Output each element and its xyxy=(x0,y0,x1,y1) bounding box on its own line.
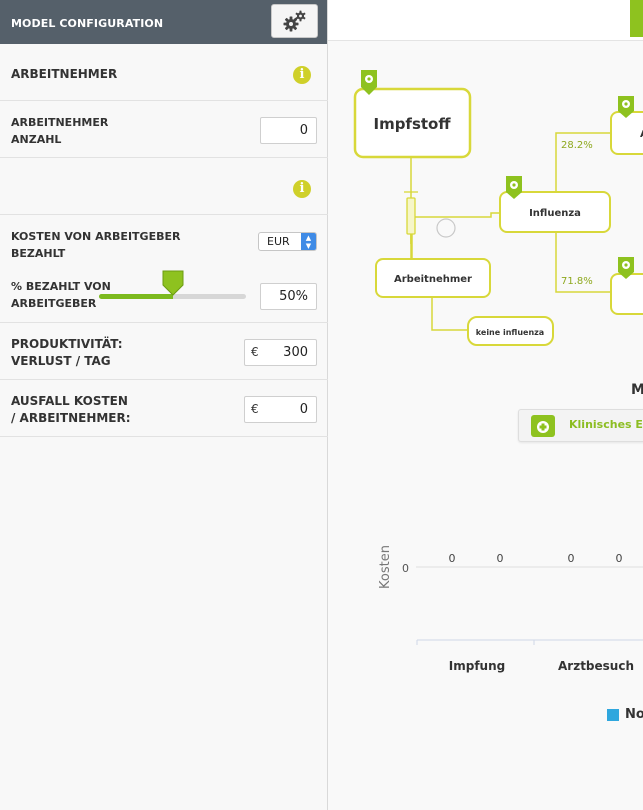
employer-cost-label: KOSTEN VON ARBEITGEBER BEZAHLT xyxy=(11,230,181,260)
employees-count-input[interactable]: 0 xyxy=(260,117,317,144)
connector-line xyxy=(411,212,499,259)
section-title: ARBEITNEHMER xyxy=(11,67,118,81)
chart-category-label: Arztbesuch xyxy=(558,659,634,673)
paid-percent-input[interactable]: 50% xyxy=(260,283,317,310)
node-keine-influenza-label: keine influenza xyxy=(476,328,544,337)
bar-value-label: 0 xyxy=(616,552,623,565)
panel-title: MODEL CONFIGURATION xyxy=(11,17,164,30)
absence-cost-input[interactable]: € 0 xyxy=(244,396,317,423)
cost-chart: Kosten 0 0 0 0 0 Impfung Arztbesuch xyxy=(378,545,643,673)
productivity-label: PRODUKTIVITÄT: VERLUST / TAG xyxy=(11,337,123,368)
currency-select[interactable]: EUR ▲ ▼ xyxy=(258,232,317,251)
results-title: M xyxy=(631,382,643,398)
bar-value-label: 0 xyxy=(497,552,504,565)
model-configuration-panel: MODEL CONFIGURATION ARBEITNEHMER i ARBEI… xyxy=(0,0,328,810)
employees-label: ARBEITNEHMER ANZAHL xyxy=(11,116,109,146)
bar-value-label: 0 xyxy=(568,552,575,565)
panel-header: MODEL CONFIGURATION xyxy=(0,0,327,44)
section-header-row: ARBEITNEHMER i xyxy=(0,44,328,101)
app-root: MODEL CONFIGURATION ARBEITNEHMER i ARBEI… xyxy=(0,0,643,810)
paid-percent-label: % BEZAHLT VON ARBEITGEBER xyxy=(11,280,111,310)
syringe-icon xyxy=(404,191,418,244)
node-impfstoff-label: Impfstoff xyxy=(373,115,451,133)
node-partial-top[interactable] xyxy=(610,111,643,155)
currency-symbol: € xyxy=(251,402,259,416)
node-influenza-label: Influenza xyxy=(529,208,581,219)
legend-swatch xyxy=(607,709,619,721)
slider-handle[interactable] xyxy=(162,270,184,296)
accent-tab[interactable] xyxy=(630,0,643,37)
connector-line xyxy=(431,297,468,331)
medical-kit-icon xyxy=(531,412,555,437)
bar-value-label: 0 xyxy=(449,552,456,565)
clinical-results-button[interactable]: Klinisches Erg xyxy=(518,409,643,442)
absence-cost-label: AUSFALL KOSTEN / ARBEITNEHMER: xyxy=(11,394,131,425)
productivity-row: PRODUKTIVITÄT: VERLUST / TAG € 300 xyxy=(0,323,328,380)
chart-category-label: Impfung xyxy=(449,659,505,673)
chart-y-axis-label: Kosten xyxy=(378,545,393,589)
loading-circle xyxy=(436,218,456,238)
empty-info-row: i xyxy=(0,158,328,215)
employees-row: ARBEITNEHMER ANZAHL 0 xyxy=(0,101,328,158)
chart-y-tick: 0 xyxy=(402,562,409,575)
absence-cost-row: AUSFALL KOSTEN / ARBEITNEHMER: € 0 xyxy=(0,380,328,437)
main-canvas: Impfstoff Influenza Arbeitnehmer keine i… xyxy=(328,0,643,810)
probability-bottom: 71.8% xyxy=(561,276,593,287)
select-arrows-icon: ▲ ▼ xyxy=(301,233,316,250)
legend-label[interactable]: No xyxy=(625,707,643,722)
gears-icon xyxy=(283,10,306,32)
info-icon[interactable]: i xyxy=(293,66,311,84)
decision-tree: Impfstoff Influenza Arbeitnehmer keine i… xyxy=(353,70,643,673)
info-icon[interactable]: i xyxy=(293,180,311,198)
currency-symbol: € xyxy=(251,345,259,359)
probability-top: 28.2% xyxy=(561,140,593,151)
node-partial-bottom[interactable] xyxy=(610,273,643,315)
productivity-loss-input[interactable]: € 300 xyxy=(244,339,317,366)
node-arbeitnehmer-label: Arbeitnehmer xyxy=(394,274,472,285)
settings-button[interactable] xyxy=(271,4,318,38)
